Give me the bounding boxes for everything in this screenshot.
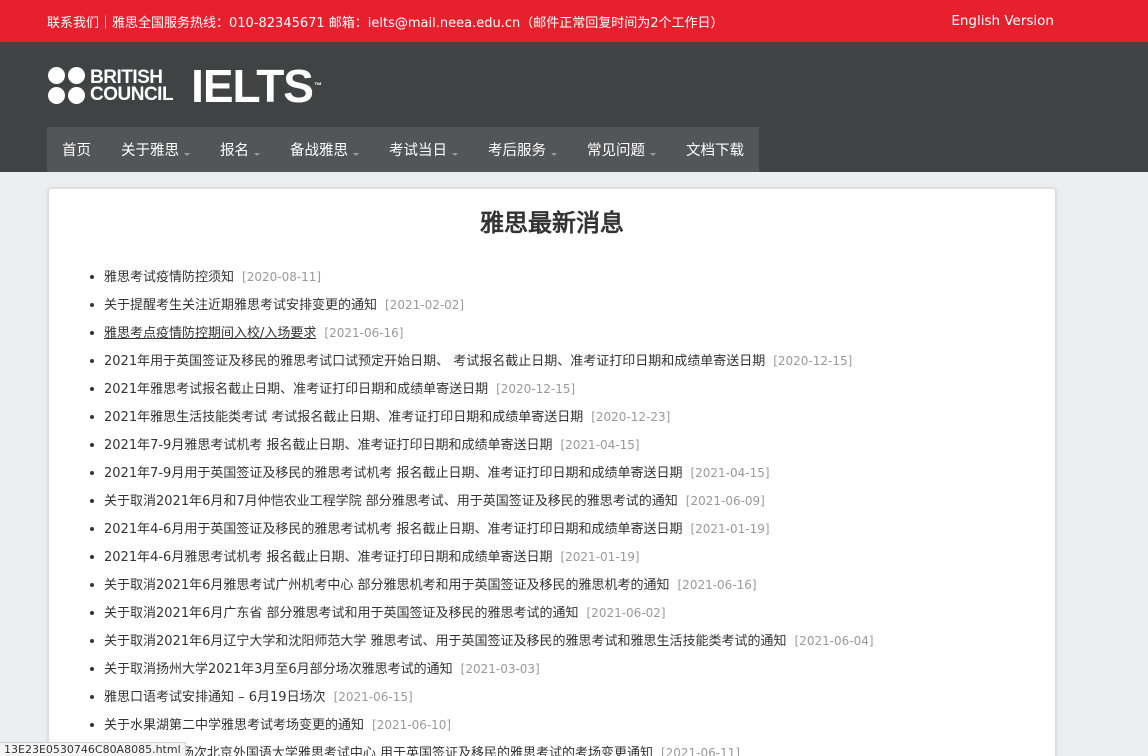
caret-down-icon [650, 153, 656, 156]
top-bar: 联系我们｜雅思全国服务热线：010-82345671 邮箱：ielts@mail… [0, 0, 1148, 42]
news-item: 雅思口语考试安排通知 – 6月19日场次 [2021-06-15] [89, 683, 1055, 711]
nav-item-label: 报名 [220, 143, 249, 159]
caret-down-icon [353, 153, 359, 156]
nav-item-6[interactable]: 常见问题 [572, 127, 671, 172]
news-link[interactable]: 关于取消2021年6月和7月仲恺农业工程学院 部分雅思考试、用于英国签证及移民的… [104, 494, 678, 509]
news-date: [2020-12-15] [496, 382, 576, 396]
news-link[interactable]: 雅思考试疫情防控须知 [104, 270, 234, 285]
contact-info: 联系我们｜雅思全国服务热线：010-82345671 邮箱：ielts@mail… [47, 15, 724, 31]
header: BRITISH COUNCIL IELTS ™ 首页 关于雅思 报名 备战雅思 考试当日 考… [0, 42, 1148, 172]
news-item: 关于6月19日场次北京外国语大学雅思考试中心 用于英国签证及移民的雅思考试的考场… [89, 739, 1055, 756]
nav-item-label: 文档下载 [686, 143, 744, 159]
news-date: [2021-06-09] [685, 494, 765, 508]
ielts-wordmark: IELTS ™ [191, 60, 322, 112]
news-link[interactable]: 关于取消2021年6月雅思考试广州机考中心 部分雅思机考和用于英国签证及移民的雅… [104, 578, 670, 593]
news-item: 雅思考点疫情防控期间入校/入场要求 [2021-06-16] [89, 319, 1055, 347]
news-link[interactable]: 2021年7-9月用于英国签证及移民的雅思考试机考 报名截止日期、准考证打印日期… [104, 466, 682, 481]
news-date: [2021-06-10] [372, 718, 452, 732]
caret-down-icon [452, 153, 458, 156]
news-link[interactable]: 2021年雅思生活技能类考试 考试报名截止日期、准考证打印日期和成绩单寄送日期 [104, 410, 583, 425]
news-item: 2021年4-6月用于英国签证及移民的雅思考试机考 报名截止日期、准考证打印日期… [89, 515, 1055, 543]
page-title: 雅思最新消息 [480, 209, 624, 237]
logo[interactable]: BRITISH COUNCIL IELTS ™ [48, 60, 322, 112]
british-council-wordmark: BRITISH COUNCIL [90, 67, 174, 105]
news-item: 2021年雅思考试报名截止日期、准考证打印日期和成绩单寄送日期 [2020-12-… [89, 375, 1055, 403]
news-list: 雅思考试疫情防控须知 [2020-08-11] 关于提醒考生关注近期雅思考试安排变更… [49, 263, 1055, 756]
nav-item-1[interactable]: 关于雅思 [106, 127, 205, 172]
news-date: [2021-06-16] [677, 578, 757, 592]
caret-down-icon [184, 153, 190, 156]
news-link[interactable]: 关于取消2021年6月广东省 部分雅思考试和用于英国签证及移民的雅思考试的通知 [104, 606, 579, 621]
nav-item-2[interactable]: 报名 [205, 127, 275, 172]
nav-item-0[interactable]: 首页 [47, 127, 106, 172]
news-date: [2021-06-02] [586, 606, 666, 620]
news-item: 雅思考试疫情防控须知 [2020-08-11] [89, 263, 1055, 291]
nav-item-4[interactable]: 考试当日 [374, 127, 473, 172]
british-council-icon [48, 67, 86, 105]
caret-down-icon [254, 153, 260, 156]
nav-item-7[interactable]: 文档下载 [671, 127, 759, 172]
nav-item-label: 考后服务 [488, 143, 546, 159]
news-date: [2021-06-16] [324, 326, 404, 340]
news-panel: 雅思最新消息 雅思考试疫情防控须知 [2020-08-11] 关于提醒考生关注近期雅… [48, 188, 1056, 756]
news-link[interactable]: 关于提醒考生关注近期雅思考试安排变更的通知 [104, 298, 377, 313]
news-date: [2020-12-15] [773, 354, 853, 368]
news-link[interactable]: 2021年4-6月用于英国签证及移民的雅思考试机考 报名截止日期、准考证打印日期… [104, 522, 682, 537]
news-item: 关于取消2021年6月广东省 部分雅思考试和用于英国签证及移民的雅思考试的通知 [… [89, 599, 1055, 627]
news-link[interactable]: 关于水果湖第二中学雅思考试考场变更的通知 [104, 718, 364, 733]
nav-item-label: 考试当日 [389, 143, 447, 159]
news-item: 关于水果湖第二中学雅思考试考场变更的通知 [2021-06-10] [89, 711, 1055, 739]
news-link[interactable]: 关于取消2021年6月辽宁大学和沈阳师范大学 雅思考试、用于英国签证及移民的雅思… [104, 634, 787, 649]
news-date: [2021-01-19] [560, 550, 640, 564]
news-item: 关于提醒考生关注近期雅思考试安排变更的通知 [2021-02-02] [89, 291, 1055, 319]
news-date: [2021-02-02] [385, 298, 465, 312]
nav-item-5[interactable]: 考后服务 [473, 127, 572, 172]
news-item: 关于取消2021年6月辽宁大学和沈阳师范大学 雅思考试、用于英国签证及移民的雅思… [89, 627, 1055, 655]
news-item: 关于取消扬州大学2021年3月至6月部分场次雅思考试的通知 [2021-03-03… [89, 655, 1055, 683]
news-link[interactable]: 2021年7-9月雅思考试机考 报名截止日期、准考证打印日期和成绩单寄送日期 [104, 438, 552, 453]
news-link[interactable]: 雅思考点疫情防控期间入校/入场要求 [104, 326, 316, 341]
news-item: 关于取消2021年6月雅思考试广州机考中心 部分雅思机考和用于英国签证及移民的雅… [89, 571, 1055, 599]
news-item: 2021年雅思生活技能类考试 考试报名截止日期、准考证打印日期和成绩单寄送日期 [… [89, 403, 1055, 431]
english-version-link[interactable]: English Version [951, 13, 1054, 29]
nav-item-3[interactable]: 备战雅思 [275, 127, 374, 172]
status-bar-url: 13E23E0530746C80A8085.html [0, 742, 186, 756]
news-link[interactable]: 2021年4-6月雅思考试机考 报名截止日期、准考证打印日期和成绩单寄送日期 [104, 550, 552, 565]
news-item: 2021年7-9月用于英国签证及移民的雅思考试机考 报名截止日期、准考证打印日期… [89, 459, 1055, 487]
news-date: [2020-12-23] [591, 410, 671, 424]
news-link[interactable]: 雅思口语考试安排通知 – 6月19日场次 [104, 690, 326, 705]
news-date: [2021-06-15] [333, 690, 413, 704]
news-link[interactable]: 2021年用于英国签证及移民的雅思考试口试预定开始日期、 考试报名截止日期、准考… [104, 354, 765, 369]
news-date: [2021-04-15] [560, 438, 640, 452]
news-link[interactable]: 关于取消扬州大学2021年3月至6月部分场次雅思考试的通知 [104, 662, 453, 677]
news-item: 2021年4-6月雅思考试机考 报名截止日期、准考证打印日期和成绩单寄送日期 [2… [89, 543, 1055, 571]
news-date: [2020-08-11] [242, 270, 322, 284]
main-nav: 首页 关于雅思 报名 备战雅思 考试当日 考后服务 常见问题 文档下载 [47, 127, 759, 172]
news-item: 关于取消2021年6月和7月仲恺农业工程学院 部分雅思考试、用于英国签证及移民的… [89, 487, 1055, 515]
nav-item-label: 常见问题 [587, 143, 645, 159]
nav-item-label: 关于雅思 [121, 143, 179, 159]
news-link[interactable]: 关于6月19日场次北京外国语大学雅思考试中心 用于英国签证及移民的雅思考试的考场… [104, 746, 653, 756]
news-item: 2021年用于英国签证及移民的雅思考试口试预定开始日期、 考试报名截止日期、准考… [89, 347, 1055, 375]
news-item: 2021年7-9月雅思考试机考 报名截止日期、准考证打印日期和成绩单寄送日期 [2… [89, 431, 1055, 459]
nav-item-label: 备战雅思 [290, 143, 348, 159]
news-date: [2021-04-15] [690, 466, 770, 480]
news-date: [2021-03-03] [460, 662, 540, 676]
nav-item-label: 首页 [62, 143, 91, 159]
caret-down-icon [551, 153, 557, 156]
news-date: [2021-06-11] [660, 746, 741, 756]
news-date: [2021-06-04] [794, 634, 874, 648]
news-date: [2021-01-19] [690, 522, 770, 536]
news-link[interactable]: 2021年雅思考试报名截止日期、准考证打印日期和成绩单寄送日期 [104, 382, 488, 397]
